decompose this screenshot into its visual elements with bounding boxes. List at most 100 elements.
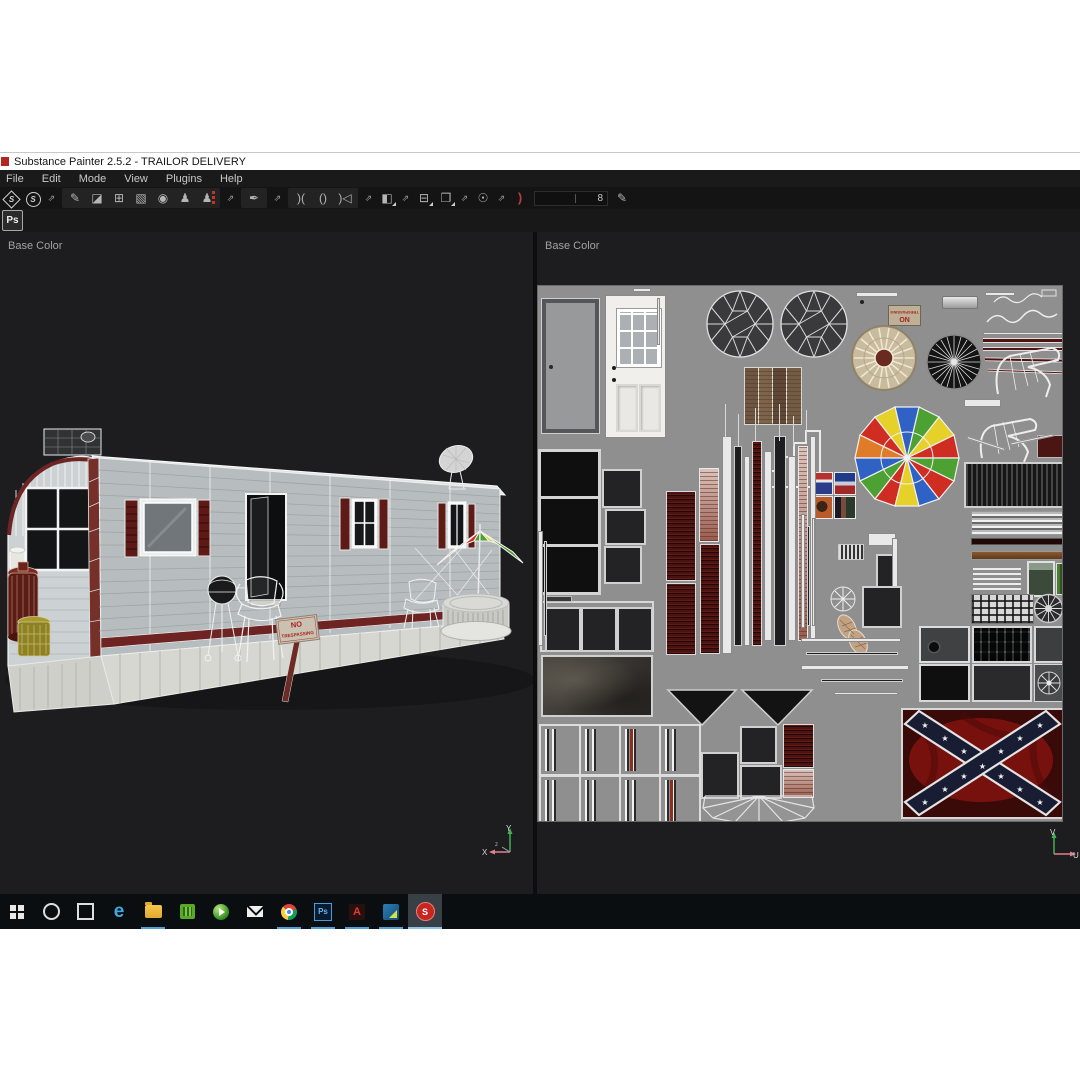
file-explorer-icon (144, 902, 162, 918)
uv-island-strip (657, 298, 660, 345)
menu-item-view[interactable]: View (115, 172, 157, 186)
eraser-tool-icon[interactable]: ◪ (87, 188, 107, 208)
windows-taskbar: e Ps A S (0, 894, 1080, 929)
material-picker-icon[interactable]: ✒ (244, 188, 264, 208)
uv-island-white-strips (973, 567, 1021, 590)
clone-tool-icon[interactable]: ♟ (175, 188, 195, 208)
uv-island-fan-panel (1034, 664, 1062, 702)
uv-island-antenna-lines (806, 410, 807, 441)
camera-icon[interactable]: ☉ (473, 188, 493, 208)
uv-island-cell (579, 724, 621, 776)
symmetry-icon[interactable]: )( (291, 188, 311, 208)
taskbar-item-photoshop[interactable]: Ps (306, 894, 340, 929)
uv-island-wood-strip (971, 551, 1062, 560)
export-icon[interactable]: ⇗ (495, 188, 508, 208)
app-icon (1, 157, 9, 166)
polygon-fill-tool-icon[interactable]: ▧ (131, 188, 151, 208)
uv-island-black-radial-wheel (926, 334, 982, 390)
cable-spool-table (440, 593, 512, 641)
taskbar-item-edge[interactable]: e (102, 894, 136, 929)
export-icon[interactable]: ⇗ (362, 188, 375, 208)
substance-painter-window: Substance Painter 2.5.2 - TRAILOR DELIVE… (0, 152, 1080, 894)
task-view-icon (76, 903, 94, 920)
brush-size-field[interactable]: 8 (534, 190, 608, 206)
taskbar-item-mail[interactable] (238, 894, 272, 929)
toolbar: S S ⇗ ✎ ◪ ⊞ ▧ ◉ ♟ ♟ ⇗ ✒ ⇗ )( () )◁ ⇗ ◧ ⇗… (0, 187, 1080, 209)
uv-island-corrugated-panel (964, 462, 1062, 508)
taskbar-item-chrome[interactable] (272, 894, 306, 929)
svg-text:★: ★ (941, 734, 948, 743)
uv-island-strip (983, 332, 1062, 335)
taskbar-item-gpu-utility[interactable] (170, 894, 204, 929)
taskbar-item-task-view[interactable] (68, 894, 102, 929)
uv-island-cell (579, 775, 621, 821)
uv-island-shutter (666, 491, 696, 581)
quick-mask-icon[interactable]: ) (510, 188, 530, 208)
svg-text:★: ★ (1036, 721, 1043, 730)
uv-island-posters (811, 472, 856, 519)
uv-island-umbrella-octagon (666, 689, 814, 727)
taskbar-item-3ds-max[interactable] (374, 894, 408, 929)
display-settings-icon[interactable]: ◧ (377, 188, 397, 208)
clone-source-tool-icon[interactable]: ♟ (197, 188, 217, 208)
uv-island-appliance-panel (919, 626, 970, 663)
taskbar-item-file-explorer[interactable] (136, 894, 170, 929)
svg-text:★: ★ (1016, 734, 1023, 743)
uv-island-window-frame (538, 449, 601, 595)
export-icon[interactable]: ⇗ (271, 188, 284, 208)
uv-island-strip (801, 514, 805, 628)
taskbar-item-acrobat[interactable]: A (340, 894, 374, 929)
uv-island-strip (807, 526, 810, 626)
menu-item-help[interactable]: Help (211, 172, 252, 186)
perspective-cube-icon[interactable]: ❒ (436, 188, 456, 208)
uv-island-cell (539, 724, 581, 776)
projector-view-icon[interactable]: ⊟ (414, 188, 434, 208)
export-icon[interactable]: ⇗ (45, 188, 58, 208)
uv-island-plaid-texture (971, 594, 1034, 624)
uv-island-dark-panel (972, 664, 1032, 702)
export-icon[interactable]: ⇗ (399, 188, 412, 208)
3ds-max-icon (383, 903, 399, 920)
viewport-2d-channel-label: Base Color (545, 240, 600, 252)
brush-tool-icon[interactable]: ✎ (65, 188, 85, 208)
taskbar-item-cortana[interactable] (34, 894, 68, 929)
viewport-area: Base Color NO TRESPASSING Y X z Base Col… (0, 232, 1080, 894)
menu-item-file[interactable]: File (0, 172, 33, 186)
svg-text:X: X (482, 848, 488, 857)
window-title: Substance Painter 2.5.2 - TRAILOR DELIVE… (14, 155, 246, 168)
uv-island-cell (659, 724, 701, 776)
uv-island-cell (659, 775, 701, 821)
slider-handle[interactable] (574, 193, 576, 203)
projection-tool-icon[interactable]: ⊞ (109, 188, 129, 208)
export-icon[interactable]: ⇗ (224, 188, 237, 208)
title-bar[interactable]: Substance Painter 2.5.2 - TRAILOR DELIVE… (0, 152, 1080, 170)
viewport-2d-uv[interactable]: Base Color NO TRESPASSING ★ ★ ★ ★ ★ ★ ★ … (537, 232, 1080, 894)
uv-island-photo-plants (1056, 563, 1062, 595)
uv-island-metal-pill (942, 296, 978, 309)
symmetry-x-icon[interactable]: () (313, 188, 333, 208)
taskbar-item-substance-painter[interactable]: S (408, 894, 442, 929)
smudge-tool-icon[interactable]: ◉ (153, 188, 173, 208)
uv-island-metal-door (541, 298, 600, 434)
uv-texture-sheet[interactable]: NO TRESPASSING ★ ★ ★ ★ ★ ★ ★ ★ ★ ★ ★ ★ ★ (537, 285, 1063, 822)
uv-island-shutter (666, 583, 696, 655)
uv-island-shutter (752, 441, 762, 646)
menu-item-mode[interactable]: Mode (70, 172, 116, 186)
symmetry-y-icon[interactable]: )◁ (335, 188, 355, 208)
viewport-3d[interactable]: Base Color NO TRESPASSING Y X z (0, 232, 533, 894)
start-button[interactable] (0, 894, 34, 929)
uv-island-vent-panel (972, 626, 1032, 663)
export-icon[interactable]: ⇗ (458, 188, 471, 208)
taskbar-item-green-app[interactable] (204, 894, 238, 929)
menu-item-edit[interactable]: Edit (33, 172, 70, 186)
substance-source-icon[interactable]: S (23, 188, 43, 208)
edit-pencil-icon[interactable]: ✎ (612, 188, 632, 208)
photoshop-plugin-button[interactable]: Ps (2, 210, 23, 231)
uv-island-grunge-floor (541, 655, 653, 717)
side-window-b (339, 497, 389, 551)
substance-painter-icon: S (415, 902, 435, 921)
menu-item-plugins[interactable]: Plugins (157, 172, 211, 186)
uv-island-gray-panel (1034, 626, 1062, 663)
uv-island-strip (801, 638, 901, 642)
uv-island-umbrella-fan (854, 406, 960, 507)
